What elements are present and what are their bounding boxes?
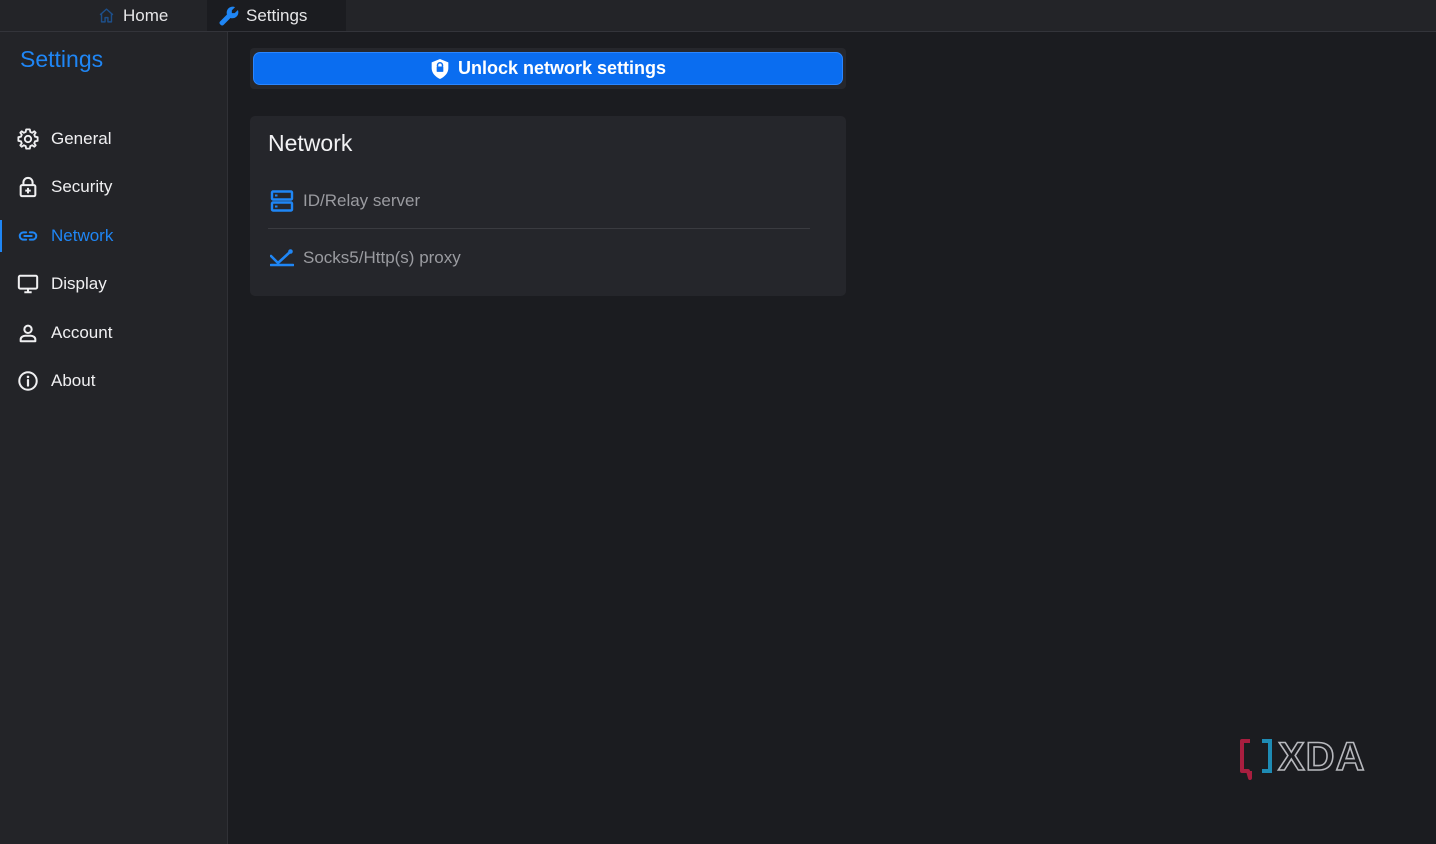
unlock-button-label: Unlock network settings [457,58,667,78]
user-icon [17,322,39,344]
xda-watermark: XDA [1240,734,1376,782]
tab-home[interactable]: Home [98,0,168,31]
socks5-proxy-label: Socks5/Http(s) proxy [303,248,461,267]
id-relay-server-label: ID/Relay server [303,191,421,210]
sidebar-item-security[interactable]: Security [0,167,227,207]
unlock-panel: Unlock network settings [250,48,846,89]
sidebar-item-label: Display [51,274,107,293]
info-icon [17,370,39,392]
sidebar-item-label: General [51,129,112,148]
tab-settings[interactable]: Settings [207,0,346,31]
xda-logo-text: XDA [1278,738,1365,779]
tab-settings-label: Settings [246,5,308,25]
link-icon [17,225,39,247]
lock-icon [17,176,39,198]
sidebar-item-account[interactable]: Account [0,313,227,353]
server-icon [270,190,294,212]
shield-icon [431,58,449,79]
network-card-title: Network [268,130,353,156]
network-card: Network ID/Relay server Socks5/Http(s) p… [250,116,846,296]
sidebar-item-about[interactable]: About [0,361,227,401]
gear-icon [17,128,39,150]
sidebar: Settings General Security Network Displa… [0,32,228,844]
home-icon [99,8,114,23]
unlock-network-settings-button[interactable]: Unlock network settings [253,52,843,85]
card-divider [268,228,810,229]
id-relay-server-row[interactable]: ID/Relay server [270,183,810,219]
monitor-icon [17,273,39,295]
sidebar-item-label: Account [51,323,113,342]
wrench-icon [219,6,239,26]
sidebar-item-label: Security [51,177,113,196]
proxy-icon [270,249,294,267]
xda-logo-icon [1240,739,1272,780]
sidebar-item-general[interactable]: General [0,119,227,159]
sidebar-item-label: Network [51,226,114,245]
sidebar-item-display[interactable]: Display [0,264,227,304]
sidebar-title: Settings [20,46,104,72]
socks5-proxy-row[interactable]: Socks5/Http(s) proxy [270,240,810,276]
tab-bar: Home Settings [0,0,1436,32]
sidebar-item-label: About [51,371,96,390]
tab-home-label: Home [123,5,169,25]
sidebar-item-network[interactable]: Network [0,216,227,256]
